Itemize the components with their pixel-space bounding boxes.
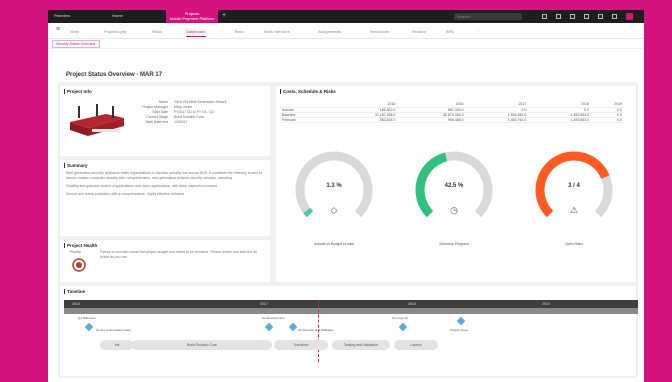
- gauge-budget-label: Actuals vs Budget to date: [314, 242, 354, 246]
- timeline-quarter-scale: [64, 308, 638, 314]
- warning-icon: ⚠: [569, 205, 579, 215]
- nav-item-assignments[interactable]: Assignments: [318, 29, 341, 34]
- grid-icon[interactable]: [570, 14, 575, 19]
- page-title: Project Status Overview - MAR 17: [66, 72, 163, 78]
- notification-badge[interactable]: [626, 13, 633, 20]
- table-row: Forecast 283,824.0 965,488.0 1,465,764.0…: [280, 117, 624, 123]
- milestone-marker[interactable]: [456, 316, 466, 326]
- milestone-label: Q1 Milestone: [78, 316, 96, 320]
- nav-item-dashboard[interactable]: Dashboard: [186, 29, 206, 37]
- milestone-marker[interactable]: [84, 322, 94, 332]
- nav-item-finance[interactable]: Finance: [412, 29, 426, 34]
- tab-home[interactable]: Home: [112, 13, 123, 18]
- gauge-schedule-value: 42.5 %: [444, 183, 464, 189]
- timeline-heading: Timeline: [60, 286, 636, 294]
- gauge-risks-label: Open Risks: [564, 242, 584, 246]
- search-input[interactable]: Search: [454, 13, 522, 20]
- timeline-bar[interactable]: Testing and Validation: [332, 340, 390, 350]
- project-info-heading: Project Info: [60, 86, 270, 94]
- gauge-risks-chart: [535, 151, 613, 218]
- timeline-bar[interactable]: Build Solution Core: [132, 340, 272, 350]
- gauge-budget: 1.3 % ◇ Actuals vs Budget to date: [292, 148, 376, 258]
- project-health-heading: Project Health: [60, 240, 270, 248]
- health-text: Failure to consider above the project bu…: [100, 250, 257, 259]
- nav-item-bpa[interactable]: BPA: [446, 29, 454, 34]
- tab-active-sublabel: Mobile Payment Platform: [169, 16, 215, 21]
- nav-item-work-services[interactable]: Work Services: [264, 29, 290, 34]
- nav-item-resources[interactable]: Resources: [370, 29, 389, 34]
- settings-icon[interactable]: [584, 14, 589, 19]
- milestone-label: Go-Development: [262, 316, 285, 320]
- project-health-panel: Project Health Priority Failure to consi…: [60, 240, 270, 282]
- timeline-bar[interactable]: Transition: [274, 340, 328, 350]
- add-tab-button[interactable]: +: [222, 12, 226, 19]
- nav-item-risks[interactable]: Risks: [152, 29, 162, 34]
- gauge-budget-value: 1.3 %: [326, 183, 342, 189]
- summary-text-3: Secure and threat protection with a comp…: [66, 192, 186, 196]
- money-icon: ◇: [330, 205, 338, 215]
- costs-heading: Costs, Schedule & Risks: [276, 86, 636, 94]
- timeline-year: 2016: [72, 302, 80, 306]
- milestone-label: Project Close: [450, 328, 468, 332]
- subtab-security-status[interactable]: Security Status Overview: [52, 40, 100, 48]
- summary-text-1: Next generation security appliance helps…: [66, 171, 262, 180]
- nav-item-team[interactable]: Team: [234, 29, 244, 34]
- dashboard-canvas: Project Info Name 2016 GN Next Generation…: [58, 82, 638, 378]
- timeline-panel: Timeline 2016 2017 2018 2019 Q1 Mileston…: [60, 286, 638, 376]
- app-window: Planview Home Projects Mobile Payment Pl…: [48, 10, 644, 382]
- timeline-year: 2018: [408, 302, 416, 306]
- gauge-risks-value: 3 / 4: [568, 183, 580, 189]
- logo[interactable]: Planview: [54, 13, 70, 18]
- bell-icon[interactable]: [542, 14, 547, 19]
- info-row: Task Date end 12/04/17: [145, 120, 188, 124]
- milestone-marker[interactable]: [398, 322, 408, 332]
- costs-table: 2016 2016 2017 2018 2019 Actuals 166,822…: [280, 102, 624, 123]
- timeline-year-scale: 2016 2017 2018 2019: [64, 300, 638, 308]
- milestone-label: Go-to-go Kit: [392, 316, 409, 320]
- summary-text-2: Visibility and granular control of appli…: [66, 184, 219, 188]
- top-bar: Planview Home Projects Mobile Payment Pl…: [48, 10, 644, 23]
- tab-active-project[interactable]: Projects Mobile Payment Platform: [166, 10, 218, 23]
- gauge-risks: 3 / 4 ⚠ Open Risks: [532, 148, 616, 258]
- apps-icon[interactable]: [612, 14, 617, 19]
- more-icon[interactable]: ⋮: [476, 29, 480, 34]
- menu-icon[interactable]: ≡: [56, 26, 62, 33]
- nav-item-work[interactable]: Work: [70, 29, 79, 34]
- gauge-schedule-chart: [415, 151, 493, 218]
- nav-bar: ≡ Work Projects grid Risks Dashboard Tea…: [48, 23, 644, 39]
- sub-tab-bar: Security Status Overview: [48, 39, 644, 49]
- milestone-sublabel: Go-live Authorization Date: [96, 328, 131, 332]
- summary-panel: Summary Next generation security applian…: [60, 160, 270, 236]
- costs-panel: Costs, Schedule & Risks 2016 2016 2017 2…: [276, 86, 636, 282]
- health-priority-label: Priority: [70, 250, 81, 254]
- clock-icon: ◷: [450, 205, 458, 215]
- appliance-image: [70, 104, 124, 136]
- summary-heading: Summary: [60, 160, 270, 168]
- project-info-rows: Name 2016 GN Next Generation Securit Proj…: [134, 100, 226, 125]
- milestone-marker[interactable]: [288, 322, 298, 332]
- timeline-bar[interactable]: Launch: [394, 340, 438, 350]
- milestone-marker[interactable]: [264, 322, 274, 332]
- nav-item-projects-grid[interactable]: Projects grid: [104, 29, 126, 34]
- user-icon[interactable]: [598, 14, 603, 19]
- timeline-year: 2017: [260, 302, 268, 306]
- gauge-schedule-label: Schedule Progress: [439, 242, 469, 246]
- milestone-sublabel: Go-Develop and Validated: [298, 328, 333, 332]
- gauge-schedule: 42.5 % ◷ Schedule Progress: [412, 148, 496, 258]
- stop-icon: [72, 258, 86, 272]
- gauge-budget-chart: [295, 151, 373, 218]
- help-icon[interactable]: [556, 14, 561, 19]
- timeline-bar[interactable]: Init: [100, 340, 134, 350]
- timeline-year: 2019: [542, 302, 550, 306]
- project-info-panel: Project Info Name 2016 GN Next Generation…: [60, 86, 270, 156]
